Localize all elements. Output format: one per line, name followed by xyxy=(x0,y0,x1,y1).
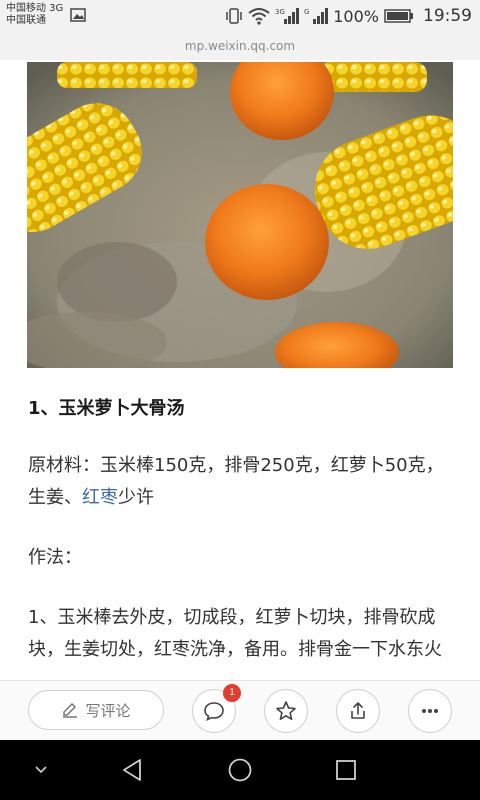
ingredients-label: 原材料： xyxy=(28,455,100,476)
share-button[interactable] xyxy=(336,689,380,733)
recipe-heading: 1、玉米萝卜大骨汤 xyxy=(28,398,185,419)
comments-button[interactable]: 1 xyxy=(192,684,241,733)
pencil-icon xyxy=(63,702,78,718)
chevron-down-icon xyxy=(35,766,47,774)
gallery-notification-icon xyxy=(70,8,86,22)
comment-count-badge: 1 xyxy=(223,684,241,702)
status-icons: 3G G 100% 19:59 xyxy=(225,5,472,27)
status-bar: 中国移动 3G 中国联通 3G G 100% 19:59 xyxy=(0,0,480,32)
signal-g-label: G xyxy=(304,8,309,16)
carrier-1: 中国移动 3G xyxy=(6,3,64,14)
home-circle-icon xyxy=(228,758,252,782)
signal-3g-label: 3G xyxy=(275,8,285,16)
url-domain: mp.weixin.qq.com xyxy=(0,32,480,60)
ingredients-text-2: 少许 xyxy=(118,487,154,508)
step-1-paragraph: 1、玉米棒去外皮，切成段，红萝卜切块，排骨砍成块，生姜切处，红枣洗净，备用。排骨… xyxy=(28,607,442,660)
signal-g-icon: G xyxy=(304,8,329,24)
more-dots-icon xyxy=(422,709,438,713)
recents-square-icon xyxy=(336,760,356,780)
signal-3g-icon: 3G xyxy=(275,8,300,24)
system-nav-bar xyxy=(0,740,480,800)
wifi-icon xyxy=(248,8,270,25)
hide-nav-button[interactable] xyxy=(26,755,56,785)
vibrate-icon xyxy=(226,8,242,24)
ingredients-paragraph: 原材料：玉米棒150克，排骨250克，红萝卜50克，生姜、红枣少许 xyxy=(28,450,458,514)
star-icon xyxy=(276,701,296,720)
back-button[interactable] xyxy=(118,755,148,785)
method-label: 作法： xyxy=(28,547,82,568)
comment-bubble-icon xyxy=(204,702,224,721)
battery-icon xyxy=(384,9,413,23)
back-triangle-icon xyxy=(123,759,141,781)
clock: 19:59 xyxy=(423,6,472,26)
home-button[interactable] xyxy=(225,755,255,785)
action-bar: 写评论 1 xyxy=(0,680,480,740)
red-dates-link[interactable]: 红枣 xyxy=(82,487,118,508)
more-button[interactable] xyxy=(408,689,452,733)
write-comment-button[interactable]: 写评论 xyxy=(28,690,164,730)
battery-percent: 100% xyxy=(333,6,379,26)
article-content[interactable]: 1、玉米萝卜大骨汤 原材料：玉米棒150克，排骨250克，红萝卜50克，生姜、红… xyxy=(0,60,480,680)
recents-button[interactable] xyxy=(331,755,361,785)
soup-photo xyxy=(27,62,453,368)
write-comment-label: 写评论 xyxy=(85,701,131,720)
share-icon xyxy=(351,702,365,719)
carrier-info: 中国移动 3G 中国联通 xyxy=(6,3,63,27)
favorite-button[interactable] xyxy=(264,689,308,733)
carrier-2: 中国联通 xyxy=(6,15,46,26)
